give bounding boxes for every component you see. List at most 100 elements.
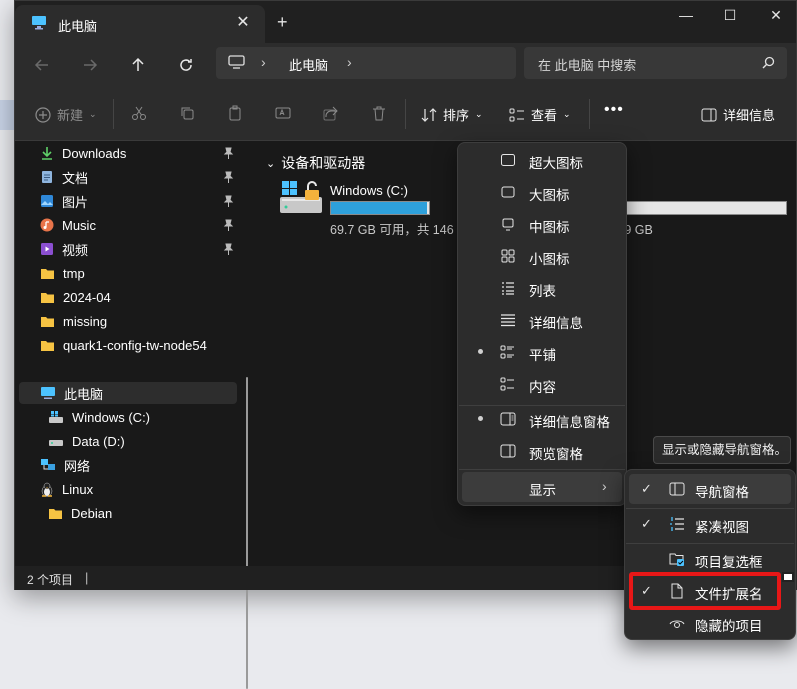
back-button[interactable] xyxy=(29,53,55,77)
picture-icon xyxy=(41,195,53,207)
cut-button[interactable] xyxy=(131,105,147,121)
music-icon xyxy=(40,218,54,232)
folder-icon xyxy=(41,316,54,327)
new-tab-button[interactable]: + xyxy=(277,13,288,31)
submenu-item-compact-view[interactable]: ✓ 紧凑视图 xyxy=(629,509,791,539)
sidebar-item-label: 2024-04 xyxy=(63,289,111,305)
pin-icon[interactable] xyxy=(223,219,234,231)
submenu-item-hidden-items[interactable]: 隐藏的项目 xyxy=(629,608,791,638)
checkbox-icon xyxy=(669,551,685,567)
tab-this-pc[interactable]: 此电脑 ✕ xyxy=(15,5,265,43)
maximize-button[interactable]: ☐ xyxy=(715,5,745,25)
menu-item-large-icons[interactable]: 大图标 xyxy=(462,177,622,207)
sort-button[interactable]: 排序 ⌄ xyxy=(421,105,483,124)
submenu-item-navigation-pane[interactable]: ✓ 导航窗格 xyxy=(629,474,791,504)
highlight-box xyxy=(629,572,781,610)
rename-button[interactable] xyxy=(275,105,291,121)
navigation-pane-icon xyxy=(669,481,685,497)
sidebar-item-quark1-config[interactable]: quark1-config-tw-node54 xyxy=(40,334,207,356)
pin-icon[interactable] xyxy=(223,195,234,207)
submenu-item-item-checkboxes[interactable]: 项目复选框 xyxy=(629,544,791,574)
menu-item-medium-icons[interactable]: 中图标 xyxy=(462,209,622,239)
paste-button[interactable] xyxy=(227,105,243,121)
delete-button[interactable] xyxy=(371,105,387,121)
network-icon xyxy=(41,459,55,470)
devices-group-header[interactable]: ⌄ 设备和驱动器 xyxy=(266,153,365,173)
plus-circle-icon xyxy=(35,106,51,123)
menu-item-details-pane[interactable]: 详细信息窗格 xyxy=(462,404,622,434)
chevron-right-icon[interactable]: › xyxy=(261,54,266,70)
share-button[interactable] xyxy=(323,105,339,121)
menu-item-tiles[interactable]: 平铺 xyxy=(462,337,622,367)
submenu-item-label: 项目复选框 xyxy=(695,555,763,570)
details-label: 详细信息 xyxy=(723,108,776,123)
chevron-down-icon: ⌄ xyxy=(563,109,571,119)
address-row: › 此电脑 › 在 此电脑 中搜索 xyxy=(15,43,796,87)
menu-item-small-icons[interactable]: 小图标 xyxy=(462,241,622,271)
refresh-icon xyxy=(180,59,192,71)
view-button[interactable]: 查看 ⌄ xyxy=(509,105,571,124)
menu-item-extra-large-icons[interactable]: 超大图标 xyxy=(462,145,622,175)
sidebar-item-tmp[interactable]: tmp xyxy=(40,262,85,284)
trash-icon xyxy=(373,106,385,121)
refresh-button[interactable] xyxy=(173,53,199,77)
sidebar-item-pictures[interactable]: 图片 xyxy=(40,190,88,212)
more-options-button[interactable]: ••• xyxy=(604,101,624,119)
sidebar-item-2024-04[interactable]: 2024-04 xyxy=(40,286,111,308)
breadcrumb-this-pc[interactable]: 此电脑 xyxy=(289,55,328,74)
scissors-icon xyxy=(132,106,146,120)
up-button[interactable] xyxy=(125,53,151,77)
sidebar-item-documents[interactable]: 文档 xyxy=(40,166,88,188)
item-count: 2 个项目 xyxy=(27,573,74,587)
search-box[interactable]: 在 此电脑 中搜索 xyxy=(524,47,787,79)
preview-pane-icon xyxy=(500,443,516,459)
video-icon xyxy=(41,243,53,255)
tiles-icon xyxy=(500,344,516,360)
menu-item-label: 详细信息 xyxy=(529,316,583,331)
sort-icon xyxy=(421,107,437,122)
view-toggle-icon[interactable] xyxy=(782,572,794,582)
sidebar-item-label: missing xyxy=(63,313,108,329)
details-pane-button[interactable]: 详细信息 xyxy=(701,105,775,124)
sidebar-item-debian[interactable]: Debian xyxy=(48,502,112,524)
sidebar-item-videos[interactable]: 视频 xyxy=(40,238,88,260)
sidebar-item-label: Data (D:) xyxy=(72,433,125,449)
sidebar-item-downloads[interactable]: Downloads xyxy=(40,142,126,164)
pin-icon[interactable] xyxy=(223,171,234,183)
search-placeholder[interactable]: 在 此电脑 中搜索 xyxy=(538,55,636,74)
view-menu: 超大图标 大图标 中图标 小图标 列表 详细信息 平铺 内容 详细信息窗格 预览… xyxy=(457,142,627,506)
sidebar-scrollbar[interactable] xyxy=(246,377,248,689)
sidebar-item-this-pc[interactable]: 此电脑 xyxy=(19,382,237,404)
menu-item-show[interactable]: 显示 › xyxy=(462,472,622,502)
sidebar-item-missing[interactable]: missing xyxy=(40,310,107,332)
sidebar-item-linux[interactable]: Linux xyxy=(40,478,93,500)
sidebar-item-label: Debian xyxy=(71,505,113,521)
menu-item-content[interactable]: 内容 xyxy=(462,369,622,399)
forward-button[interactable] xyxy=(77,53,103,77)
address-bar[interactable]: › 此电脑 › xyxy=(216,47,516,79)
copy-button[interactable] xyxy=(179,105,195,121)
sidebar-item-data-d[interactable]: Data (D:) xyxy=(48,430,125,452)
arrow-up-icon xyxy=(132,57,144,71)
sort-label: 排序 xyxy=(443,108,470,123)
sidebar-item-network[interactable]: 网络 xyxy=(40,454,90,476)
menu-item-preview-pane[interactable]: 预览窗格 xyxy=(462,436,622,466)
menu-item-label: 显示 xyxy=(529,483,556,498)
penguin-icon xyxy=(41,482,53,497)
menu-item-list[interactable]: 列表 xyxy=(462,273,622,303)
tab-title: 此电脑 xyxy=(58,19,98,34)
sidebar-item-windows-c[interactable]: Windows (C:) xyxy=(48,406,150,428)
close-tab-button[interactable]: ✕ xyxy=(233,13,253,33)
new-label: 新建 xyxy=(57,108,84,123)
drive-icon xyxy=(49,411,63,423)
minimize-button[interactable]: — xyxy=(671,5,701,25)
close-window-button[interactable]: ✕ xyxy=(761,5,791,25)
sidebar-item-music[interactable]: Music xyxy=(40,214,96,236)
document-icon xyxy=(42,171,52,183)
chevron-right-icon[interactable]: › xyxy=(347,54,352,70)
pin-icon[interactable] xyxy=(223,147,234,159)
pin-icon[interactable] xyxy=(223,243,234,255)
divider xyxy=(405,99,406,129)
new-button[interactable]: 新建 ⌄ xyxy=(35,105,97,124)
menu-item-details[interactable]: 详细信息 xyxy=(462,305,622,335)
